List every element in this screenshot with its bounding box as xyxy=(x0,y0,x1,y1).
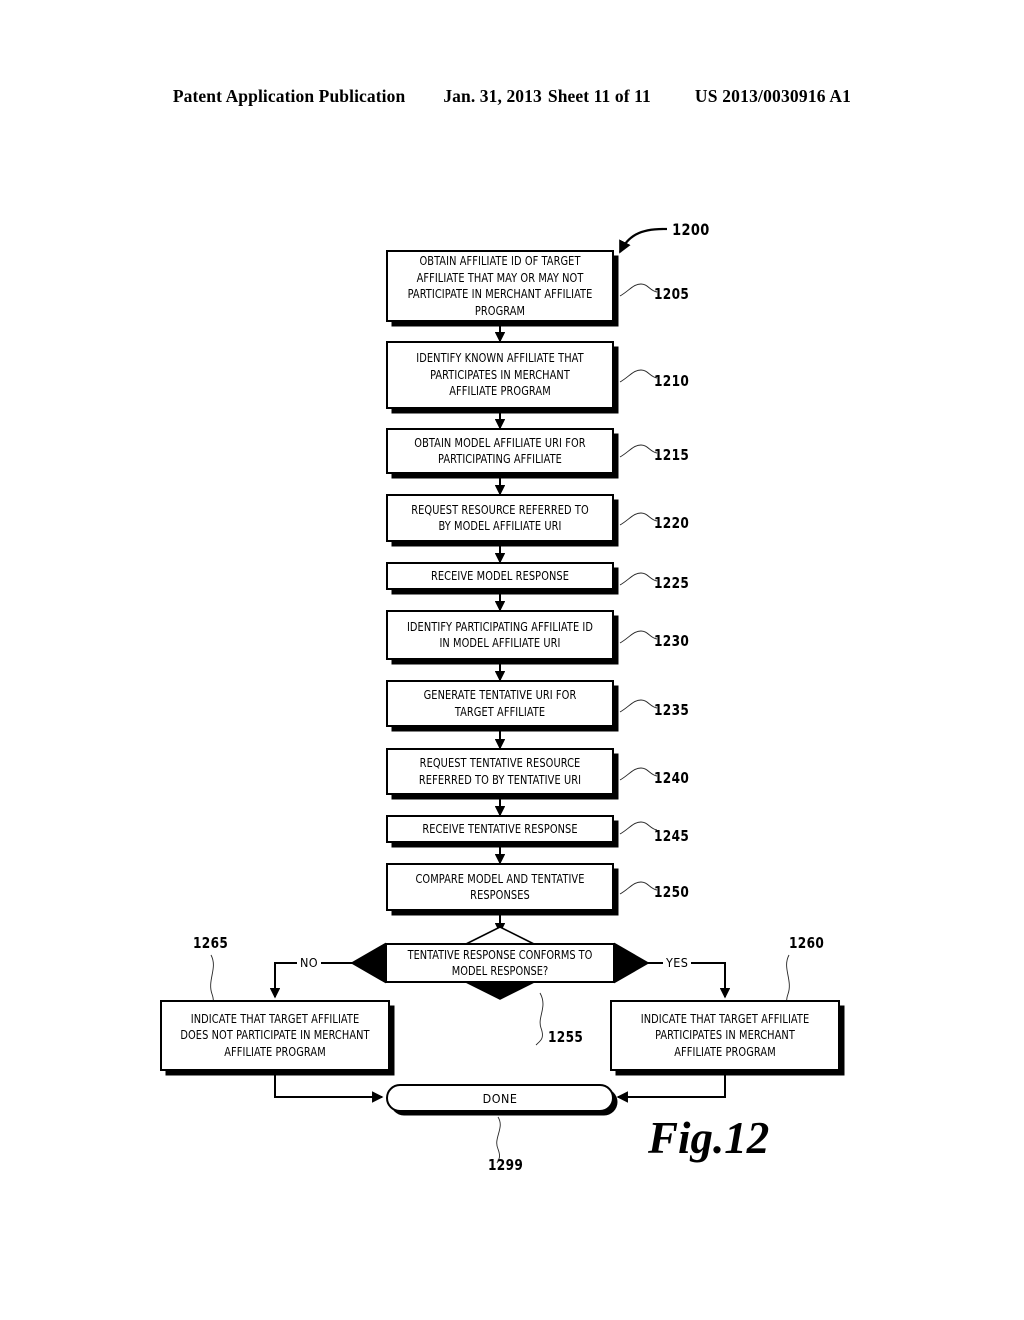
ref-numeral-1225: 1225 xyxy=(653,574,690,592)
ref-numeral-1240: 1240 xyxy=(653,769,690,787)
process-node-1215: OBTAIN MODEL AFFILIATE URI FOR PARTICIPA… xyxy=(386,428,614,474)
outcome-node-1265: INDICATE THAT TARGET AFFILIATE DOES NOT … xyxy=(160,1000,390,1071)
ref-numeral-1215: 1215 xyxy=(653,446,690,464)
process-node-1215-label: OBTAIN MODEL AFFILIATE URI FOR PARTICIPA… xyxy=(414,434,586,467)
process-node-1245-label: RECEIVE TENTATIVE RESPONSE xyxy=(422,820,578,836)
process-node-1250: COMPARE MODEL AND TENTATIVE RESPONSES xyxy=(386,863,614,911)
outcome-node-1265-label: INDICATE THAT TARGET AFFILIATE DOES NOT … xyxy=(180,1010,370,1059)
ref-numeral-1260: 1260 xyxy=(788,934,825,952)
process-node-1235: GENERATE TENTATIVE URI FOR TARGET AFFILI… xyxy=(386,680,614,727)
ref-numeral-1245: 1245 xyxy=(653,827,690,845)
process-node-1210: IDENTIFY KNOWN AFFILIATE THAT PARTICIPAT… xyxy=(386,341,614,409)
ref-numeral-1210: 1210 xyxy=(653,372,690,390)
ref-numeral-1200: 1200 xyxy=(672,220,710,239)
process-node-1240: REQUEST TENTATIVE RESOURCE REFERRED TO B… xyxy=(386,748,614,795)
decision-node-1255-label: TENTATIVE RESPONSE CONFORMS TO MODEL RES… xyxy=(407,946,593,979)
process-node-1250-label: COMPARE MODEL AND TENTATIVE RESPONSES xyxy=(415,870,585,903)
ref-numeral-1250: 1250 xyxy=(653,883,690,901)
ref-numeral-1220: 1220 xyxy=(653,514,690,532)
ref-numeral-1255: 1255 xyxy=(547,1028,584,1046)
process-node-1205-label: OBTAIN AFFILIATE ID OF TARGET AFFILIATE … xyxy=(407,253,593,318)
decision-node-1255: TENTATIVE RESPONSE CONFORMS TO MODEL RES… xyxy=(385,943,615,983)
process-node-1225-label: RECEIVE MODEL RESPONSE xyxy=(430,567,570,583)
process-node-1220-label: REQUEST RESOURCE REFERRED TO BY MODEL AF… xyxy=(411,501,589,534)
ref-numeral-1230: 1230 xyxy=(653,632,690,650)
process-node-1235-label: GENERATE TENTATIVE URI FOR TARGET AFFILI… xyxy=(423,687,577,719)
process-node-1230-label: IDENTIFY PARTICIPATING AFFILIATE ID IN M… xyxy=(406,618,594,651)
flowchart-figure: OBTAIN AFFILIATE ID OF TARGET AFFILIATE … xyxy=(0,0,1024,1320)
process-node-1240-label: REQUEST TENTATIVE RESOURCE REFERRED TO B… xyxy=(418,755,582,787)
ref-numeral-1299: 1299 xyxy=(487,1156,524,1174)
ref-numeral-1265: 1265 xyxy=(192,934,229,952)
process-node-1225: RECEIVE MODEL RESPONSE xyxy=(386,562,614,590)
figure-caption: Fig.12 xyxy=(648,1113,770,1163)
branch-label-no: NO xyxy=(297,955,322,970)
branch-label-yes: YES xyxy=(663,955,692,970)
process-node-1205: OBTAIN AFFILIATE ID OF TARGET AFFILIATE … xyxy=(386,250,614,322)
process-node-1230: IDENTIFY PARTICIPATING AFFILIATE ID IN M… xyxy=(386,610,614,660)
outcome-node-1260: INDICATE THAT TARGET AFFILIATE PARTICIPA… xyxy=(610,1000,840,1071)
terminator-node-done-label: DONE xyxy=(482,1090,518,1106)
process-node-1245: RECEIVE TENTATIVE RESPONSE xyxy=(386,815,614,843)
flowchart-connectors xyxy=(206,227,794,1164)
outcome-node-1260-label: INDICATE THAT TARGET AFFILIATE PARTICIPA… xyxy=(640,1010,810,1059)
process-node-1220: REQUEST RESOURCE REFERRED TO BY MODEL AF… xyxy=(386,494,614,542)
ref-numeral-1235: 1235 xyxy=(653,701,690,719)
process-node-1210-label: IDENTIFY KNOWN AFFILIATE THAT PARTICIPAT… xyxy=(416,350,584,399)
terminator-node-done: DONE xyxy=(386,1084,614,1112)
ref-numeral-1205: 1205 xyxy=(653,285,690,303)
